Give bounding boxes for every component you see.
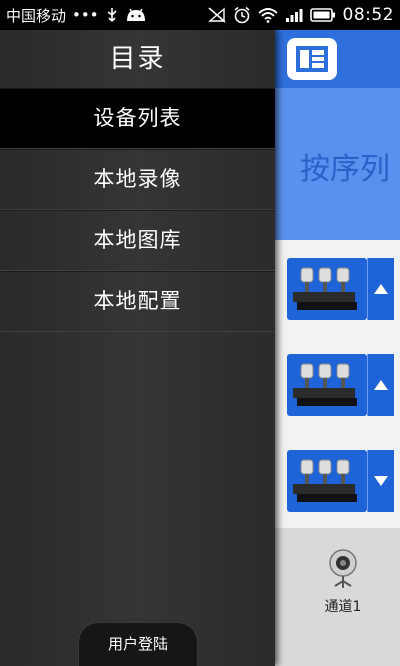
drawer-title: 目录 xyxy=(109,44,166,74)
menu-item-local-settings[interactable]: 本地配置 xyxy=(0,271,275,332)
alarm-icon xyxy=(233,6,251,24)
carrier-name: 中国移动 xyxy=(6,6,67,25)
signal-off-icon xyxy=(207,7,226,23)
sort-title: 按序列 xyxy=(300,152,390,187)
channel-item[interactable]: 通道1 xyxy=(316,548,370,616)
menu-toggle-button[interactable] xyxy=(287,38,337,80)
device-row[interactable] xyxy=(275,240,400,337)
navigation-drawer: 目录 设备列表 本地录像 本地图库 本地配置 用户登陆 xyxy=(0,30,275,666)
device-row[interactable] xyxy=(275,432,400,529)
wifi-icon xyxy=(257,7,278,23)
app-logo-icon xyxy=(296,46,328,72)
notification-dots: ••• xyxy=(72,6,99,24)
nvr-device-icon xyxy=(287,354,367,416)
user-login-button[interactable]: 用户登陆 xyxy=(78,622,198,666)
channel-label: 通道1 xyxy=(324,599,362,615)
device-row[interactable] xyxy=(275,336,400,433)
menu-item-local-recordings[interactable]: 本地录像 xyxy=(0,149,275,210)
menu-item-local-gallery[interactable]: 本地图库 xyxy=(0,210,275,271)
menu-item-device-list[interactable]: 设备列表 xyxy=(0,88,275,149)
expand-down-icon[interactable] xyxy=(367,450,394,512)
expand-up-icon[interactable] xyxy=(367,354,394,416)
nvr-device-icon xyxy=(287,258,367,320)
usb-icon xyxy=(105,7,119,23)
battery-icon xyxy=(309,7,336,23)
webcam-icon xyxy=(329,549,357,588)
status-bar: 中国移动 ••• 08:52 xyxy=(0,0,400,30)
nvr-device-icon xyxy=(287,450,367,512)
android-icon xyxy=(125,7,147,23)
clock: 08:52 xyxy=(342,5,394,25)
expand-up-icon[interactable] xyxy=(367,258,394,320)
app-screen: 中国移动 ••• 08:52 按序列 通道1 目录 设备列表 本地录像 本地图库… xyxy=(0,0,400,666)
cell-signal-icon xyxy=(285,7,303,23)
